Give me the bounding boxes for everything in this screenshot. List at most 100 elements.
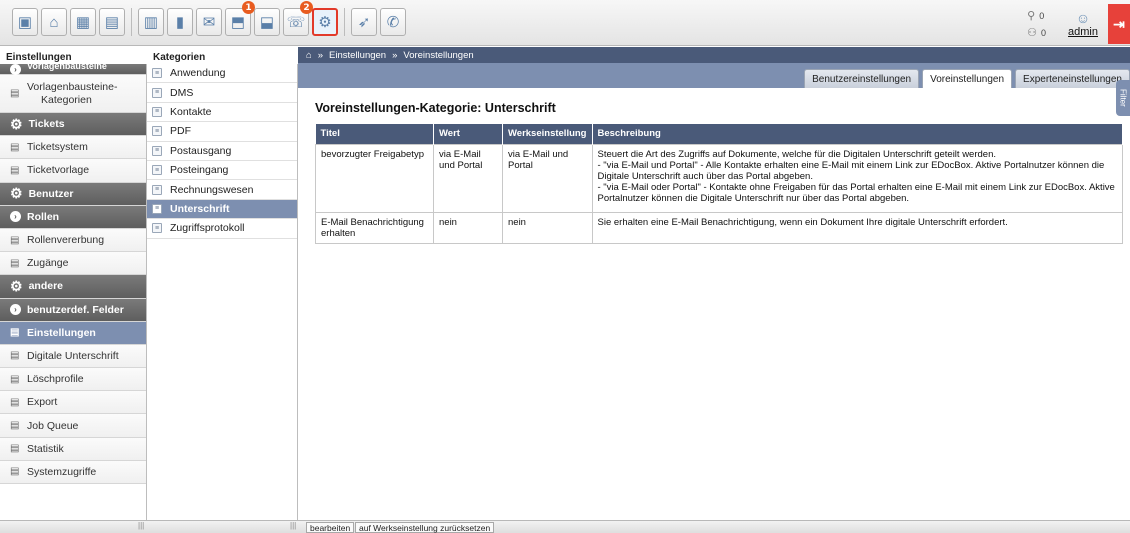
sidebar-item-label: Tickets	[28, 118, 65, 131]
table-row[interactable]: E-Mail Benachrichtigung erhalten nein nein…	[315, 211, 1123, 244]
search-user-icon: ⚲	[1027, 10, 1036, 22]
document-button[interactable]: ▤	[99, 8, 125, 36]
rocket-button[interactable]: ➶	[351, 8, 377, 36]
reset-to-defaults-button[interactable]: auf Werkseinstellung zurücksetzen	[355, 522, 495, 533]
col-titel[interactable]: Titel	[315, 124, 434, 144]
top-toolbar: ▣ ⌂ ▦ ▤ ▥ ▮ ✉ ⬒ 1 ⬓ ☏ 2 ⚙ ➶ ✆ ⚲ 0 ⚇ 0 ☺ admin ⇥	[0, 0, 1130, 46]
home-button[interactable]: ⌂	[41, 8, 67, 36]
sidebar-item-zugänge[interactable]: ▤ Zugänge	[0, 252, 146, 276]
document-icon: ▤	[10, 396, 20, 408]
gear-icon: ⚙	[10, 277, 23, 294]
sidebar-item-benutzerdef-felder[interactable]: › benutzerdef. Felder	[0, 298, 146, 322]
sidebar-item-systemzugriffe[interactable]: ▤ Systemzugriffe	[0, 460, 146, 484]
document-icon: ▤	[10, 350, 20, 362]
document-icon: ▤	[10, 234, 20, 246]
category-item-rechnungswesen[interactable]: ≡ Rechnungswesen	[147, 180, 297, 200]
document-icon: ▤	[104, 14, 120, 31]
sidebar-item-ticketvorlage[interactable]: ▤ Ticketvorlage	[0, 159, 146, 183]
category-label: Posteingang	[170, 164, 229, 177]
category-label: PDF	[170, 125, 191, 138]
sidebar-item-ticketsystem[interactable]: ▤ Ticketsystem	[0, 136, 146, 160]
category-icon: ≡	[152, 203, 162, 214]
screen-button[interactable]: ▣	[12, 8, 38, 36]
sidebar-item-löschprofile[interactable]: ▤ Löschprofile	[0, 368, 146, 392]
sidebar-item-label: benutzerdef. Felder	[27, 303, 124, 316]
document-icon: ▤	[10, 257, 20, 269]
category-label: Rechnungswesen	[170, 183, 254, 196]
document-icon: ▤	[10, 327, 20, 339]
toolbar-buttons: ▣ ⌂ ▦ ▤ ▥ ▮ ✉ ⬒ 1 ⬓ ☏ 2 ⚙ ➶ ✆	[12, 1, 406, 36]
category-item-posteingang[interactable]: ≡ Posteingang	[147, 161, 297, 181]
cell-titel: E-Mail Benachrichtigung erhalten	[315, 211, 434, 244]
sidebar-item-andere[interactable]: ⚙ andere	[0, 275, 146, 299]
col-beschreibung[interactable]: Beschreibung	[592, 124, 1123, 144]
cell-werkseinstellung: nein	[502, 211, 593, 244]
phone-button[interactable]: ✆	[380, 8, 406, 36]
table-row[interactable]: bevorzugter Freigabetyp via E-Mail und Po…	[315, 143, 1123, 213]
sidebar-item-label: Vorlagenbausteine- Kategorien	[27, 81, 118, 107]
category-item-pdf[interactable]: ≡ PDF	[147, 122, 297, 142]
category-label: DMS	[170, 86, 194, 99]
sidebar-item-statistik[interactable]: ▤ Statistik	[0, 437, 146, 461]
category-icon: ≡	[152, 223, 162, 234]
breadcrumb: ⌂ » Einstellungen » Voreinstellungen	[298, 47, 1130, 63]
counter-bottom[interactable]: ⚇ 0	[1027, 26, 1046, 39]
breadcrumb-item-einstellungen[interactable]: Einstellungen	[329, 50, 386, 61]
sidebar-item-rollen[interactable]: › Rollen	[0, 205, 146, 229]
home-icon[interactable]: ⌂	[306, 50, 312, 61]
gear-icon: ⚙	[10, 185, 23, 202]
settings-button[interactable]: ⚙	[312, 8, 338, 36]
breadcrumb-sep: »	[392, 49, 398, 61]
sidebar-item-vorlagenbausteine[interactable]: ▤ Vorlagenbausteine- Kategorien	[0, 75, 146, 113]
user-menu[interactable]: ☺ admin	[1068, 10, 1098, 38]
user-link[interactable]: admin	[1068, 26, 1098, 38]
outbox-icon: ⬓	[259, 14, 275, 31]
cell-beschreibung: Sie erhalten eine E-Mail Benachrichtigun…	[591, 211, 1123, 244]
category-item-unterschrift[interactable]: ≡ Unterschrift	[147, 199, 297, 220]
calendar-button[interactable]: ▦	[70, 8, 96, 36]
inbox-icon: ⬒	[230, 14, 246, 31]
tab-experteneinstellungen[interactable]: Experteneinstellungen	[1015, 69, 1130, 88]
sidebar-item-benutzer[interactable]: ⚙ Benutzer	[0, 182, 146, 206]
sidebar-item-rollenvererbung[interactable]: ▤ Rollenvererbung	[0, 228, 146, 253]
counter-top[interactable]: ⚲ 0	[1027, 9, 1046, 22]
sidebar-item-tickets[interactable]: ⚙ Tickets	[0, 113, 146, 137]
cell-wert: nein	[433, 211, 503, 244]
expand-arrow-icon: ›	[10, 304, 21, 316]
col-werkseinstellung[interactable]: Werkseinstellung	[502, 124, 593, 144]
category-item-kontakte[interactable]: ≡ Kontakte	[147, 103, 297, 123]
sidebar-item-label: Benutzer	[28, 187, 74, 200]
document-icon: ▤	[10, 466, 20, 478]
inbox-button[interactable]: ⬒ 1	[225, 1, 255, 36]
category-label: Postausgang	[170, 144, 232, 157]
breadcrumb-item-voreinstellungen[interactable]: Voreinstellungen	[403, 50, 473, 61]
side-panel-handle[interactable]: Filter	[1116, 80, 1130, 116]
category-item-anwendung[interactable]: ≡ Anwendung	[147, 64, 297, 84]
edit-button[interactable]: bearbeiten	[306, 522, 355, 533]
category-item-postausgang[interactable]: ≡ Postausgang	[147, 142, 297, 161]
col-wert[interactable]: Wert	[433, 124, 503, 144]
logout-button[interactable]: ⇥	[1108, 4, 1130, 44]
sidebar-item-job-queue[interactable]: ▤ Job Queue	[0, 414, 146, 438]
category-label: Anwendung	[170, 67, 226, 80]
left-resize-grip[interactable]: |||	[138, 521, 144, 530]
scanner-button[interactable]: ▥	[138, 8, 164, 36]
expand-arrow-icon: ›	[10, 64, 21, 75]
category-item-dms[interactable]: ≡ DMS	[147, 83, 297, 103]
mid-resize-grip[interactable]: |||	[290, 521, 296, 530]
fax-button[interactable]: ☏ 2	[283, 1, 313, 36]
tab-benutzereinstellungen[interactable]: Benutzereinstellungen	[804, 69, 920, 88]
mail-button[interactable]: ✉	[196, 8, 222, 36]
tab-voreinstellungen[interactable]: Voreinstellungen	[922, 69, 1013, 88]
sidebar-item-export[interactable]: ▤ Export	[0, 391, 146, 415]
page-title: Voreinstellungen-Kategorie: Unterschrift	[315, 101, 556, 115]
sidebar-item-vorlagenbausteine[interactable]: › Vorlagenbausteine	[0, 64, 146, 75]
document-icon: ▤	[10, 373, 20, 385]
outbox-button[interactable]: ⬓	[254, 8, 280, 36]
sidebar-item-einstellungen[interactable]: ▤ Einstellungen	[0, 321, 146, 345]
sidebar-item-digitale-unterschrift[interactable]: ▤ Digitale Unterschrift	[0, 344, 146, 369]
sidebar-item-label: Digitale Unterschrift	[27, 349, 119, 362]
chart-button[interactable]: ▮	[167, 8, 193, 36]
category-item-zugriffsprotokoll[interactable]: ≡ Zugriffsprotokoll	[147, 219, 297, 239]
cell-wert: via E-Mail und Portal	[433, 143, 503, 213]
